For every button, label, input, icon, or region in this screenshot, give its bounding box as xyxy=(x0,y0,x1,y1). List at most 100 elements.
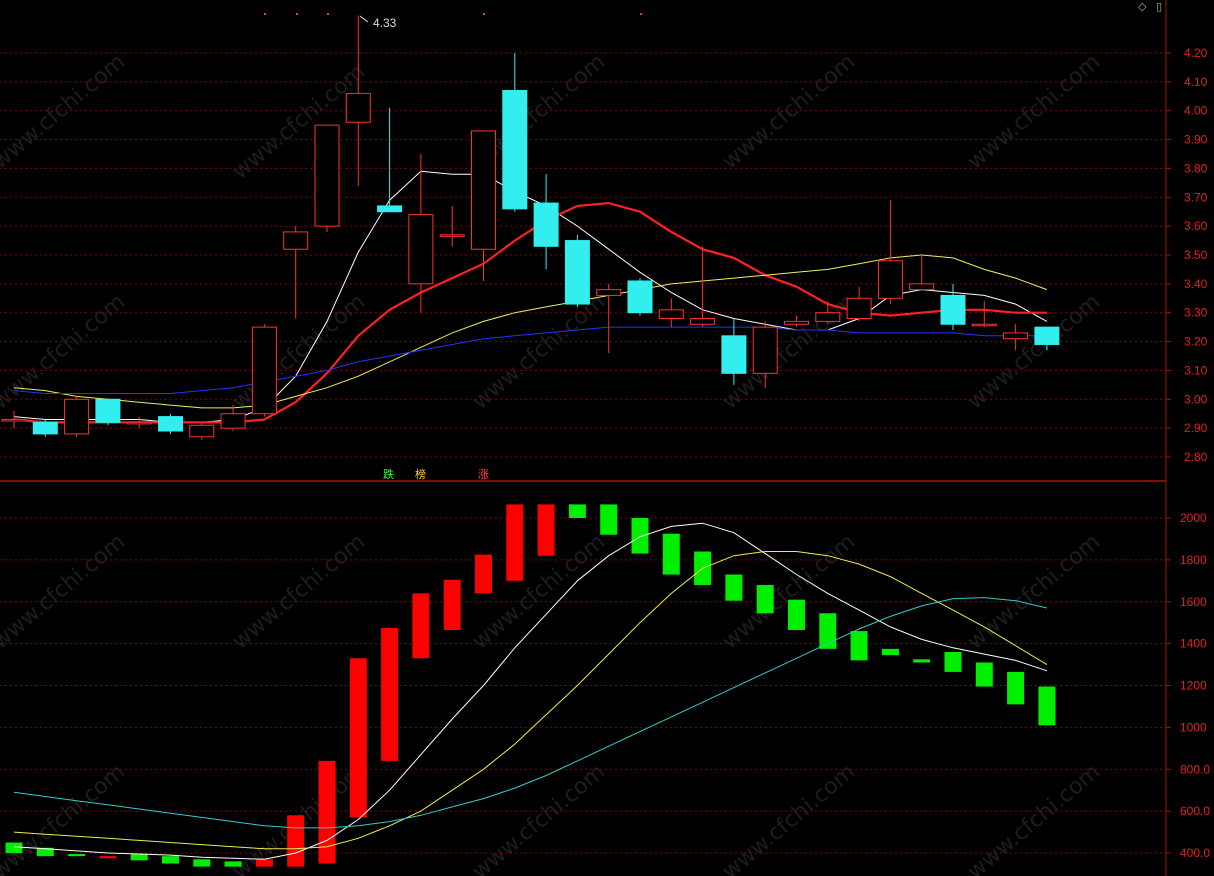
volume-bar xyxy=(944,652,962,672)
volume-bar xyxy=(788,599,805,631)
volume-bar xyxy=(506,504,524,581)
price-tick-label: 2.80 xyxy=(1184,450,1208,464)
price-tick-label: 3.80 xyxy=(1184,161,1208,175)
volume-tick-label: 1000 xyxy=(1180,720,1207,734)
watermark-text: www.cfchi.com xyxy=(0,529,130,654)
price-tick-label: 3.40 xyxy=(1184,277,1208,291)
volume-tick-label: 1600 xyxy=(1180,595,1207,609)
marker-rank: 榜 xyxy=(415,467,426,481)
volume-bar xyxy=(756,585,774,614)
candle-body xyxy=(95,398,121,423)
candle-body xyxy=(1034,326,1060,345)
stock-chart-canvas: www.cfchi.com www.cfchi.com www.cfchi.com w… xyxy=(0,0,1210,876)
volume-bar xyxy=(130,854,148,861)
candle-body xyxy=(408,214,434,285)
watermark-text: www.cfchi.com xyxy=(0,759,130,876)
window-icon[interactable]: ▯ xyxy=(1156,0,1162,13)
volume-bar xyxy=(1038,686,1056,726)
top-dot xyxy=(483,13,485,15)
candle-body xyxy=(627,280,653,314)
volume-tick-label: 600.0 xyxy=(1180,804,1210,818)
volume-bar xyxy=(850,631,868,661)
volume-ma-line-vma20 xyxy=(13,597,1048,829)
candle-body xyxy=(596,289,622,296)
candle-body xyxy=(377,205,403,213)
volume-bar xyxy=(193,859,211,867)
volume-bar xyxy=(68,854,86,857)
candle-body xyxy=(189,424,215,438)
candle-body xyxy=(64,398,90,435)
volume-axis: 2000 1800 1600 1400 1200 1000 800.0 600.0 400.0 xyxy=(1166,511,1210,860)
candle-body xyxy=(471,130,496,250)
watermark-text: www.cfchi.com xyxy=(0,289,130,414)
volume-bar xyxy=(287,815,305,867)
price-tick-label: 4.20 xyxy=(1184,46,1208,60)
volume-bar xyxy=(224,861,242,867)
signal-markers: 跌 榜 涨 xyxy=(383,467,489,481)
volume-tick-label: 800.0 xyxy=(1180,762,1210,776)
candle-body xyxy=(314,124,340,227)
candle-body xyxy=(158,416,183,432)
candle-body xyxy=(846,297,872,319)
volume-bar xyxy=(255,859,273,867)
volume-moving-averages xyxy=(13,522,1048,860)
candle-body xyxy=(345,92,371,123)
volume-bar xyxy=(662,533,680,575)
diamond-icon[interactable]: ◇ xyxy=(1138,0,1146,13)
candle-body xyxy=(784,320,809,325)
volume-tick-label: 1800 xyxy=(1180,553,1207,567)
volume-bar xyxy=(725,574,743,601)
volume-bar xyxy=(318,760,336,864)
watermark-layer: www.cfchi.com www.cfchi.com www.cfchi.com w… xyxy=(0,49,1105,876)
watermark-text: www.cfchi.com xyxy=(963,49,1105,174)
candle-body xyxy=(721,335,747,374)
top-dot xyxy=(327,13,329,15)
watermark-text: www.cfchi.com xyxy=(963,759,1105,876)
volume-bar xyxy=(631,518,649,554)
price-tick-label: 3.60 xyxy=(1184,219,1208,233)
volume-bar xyxy=(99,856,117,859)
candle-body xyxy=(752,326,778,374)
volume-bar xyxy=(600,504,618,535)
volume-bar xyxy=(5,842,23,853)
volume-bar xyxy=(475,554,492,594)
marker-fall: 跌 xyxy=(383,467,394,481)
volume-tick-label: 400.0 xyxy=(1180,846,1210,860)
candle-body xyxy=(502,90,528,210)
candle-body xyxy=(564,240,590,305)
candle-body xyxy=(1003,332,1029,340)
candle-body xyxy=(909,283,935,291)
top-dots xyxy=(264,13,642,15)
top-dot xyxy=(296,13,298,15)
candlestick-series xyxy=(1,15,1060,440)
price-tick-label: 3.50 xyxy=(1184,248,1208,262)
price-tick-label: 3.70 xyxy=(1184,190,1208,204)
top-dot xyxy=(640,13,642,15)
candle-body xyxy=(251,326,277,415)
volume-tick-label: 2000 xyxy=(1180,511,1207,525)
candle-body xyxy=(1,418,27,422)
peak-label: 4.33 xyxy=(373,16,397,30)
price-tick-label: 3.20 xyxy=(1184,335,1208,349)
volume-bar xyxy=(412,593,430,659)
candle-body xyxy=(283,231,309,250)
volume-bar xyxy=(162,856,179,864)
volume-bar xyxy=(381,627,399,761)
candle-body xyxy=(877,260,903,299)
candle-body xyxy=(971,323,997,327)
volume-bar xyxy=(349,658,367,818)
candle-body xyxy=(658,309,684,319)
candle-body xyxy=(439,234,465,237)
watermark-text: www.cfchi.com xyxy=(228,529,370,654)
volume-bar xyxy=(443,579,461,631)
volume-bar xyxy=(568,504,586,518)
volume-tick-label: 1200 xyxy=(1180,679,1207,693)
price-tick-label: 2.90 xyxy=(1184,421,1208,435)
candle-body xyxy=(533,202,559,247)
watermark-text: www.cfchi.com xyxy=(468,759,610,876)
peak-annotation: 4.33 xyxy=(359,15,397,30)
peak-pointer-icon xyxy=(359,15,369,23)
price-tick-label: 3.30 xyxy=(1184,306,1208,320)
price-axis: 4.20 4.10 4.00 3.90 3.80 3.70 3.60 3.50 3.40 3.30… xyxy=(1166,46,1208,464)
price-tick-label: 3.00 xyxy=(1184,392,1208,406)
